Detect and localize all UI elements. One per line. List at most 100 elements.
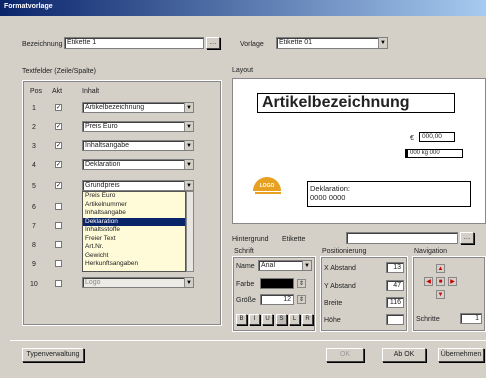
center-icon[interactable]: ■ <box>436 277 445 286</box>
vorlage-select[interactable]: Etikette 01 ▼ <box>276 37 388 49</box>
chevron-down-icon[interactable]: ▼ <box>302 261 311 270</box>
font-size-input[interactable]: 12 <box>260 294 294 305</box>
dropdown-option[interactable]: Gewicht <box>83 252 185 261</box>
row-pos: 3 <box>32 143 36 150</box>
dropdown-option[interactable]: Inhaltsstoffe <box>83 226 185 235</box>
dropdown-option[interactable]: Inhaltsangabe <box>83 209 185 218</box>
ab-ok-button[interactable]: Ab OK <box>382 348 426 362</box>
preview-price[interactable]: 000,00 <box>419 132 455 142</box>
background-path-input[interactable] <box>346 232 458 244</box>
arrow-down-icon[interactable]: ▼ <box>436 290 445 299</box>
row-pos: 7 <box>32 223 36 230</box>
preview-price-prefix: € <box>410 135 414 142</box>
ok-button[interactable]: OK <box>326 348 364 362</box>
font-name-select[interactable]: Arial ▼ <box>258 260 312 271</box>
preview-quantity[interactable]: 000 kg 000 <box>405 149 463 158</box>
x-distance-input[interactable]: 13 <box>386 262 404 273</box>
arrow-up-icon[interactable]: ▲ <box>436 264 445 273</box>
row-content-value: Logo <box>85 279 101 286</box>
dropdown-scrollbar[interactable] <box>186 191 194 272</box>
spinner-icon[interactable]: ⇕ <box>297 295 306 304</box>
dropdown-option[interactable]: Art.Nr. <box>83 243 185 252</box>
row-pos: 2 <box>32 124 36 131</box>
browse-button[interactable]: … <box>206 37 220 49</box>
inhalt-dropdown-list[interactable]: Preis Euro Artikelnummer Inhaltsangabe D… <box>82 191 186 272</box>
y-distance-input[interactable]: 47 <box>386 280 404 291</box>
row-content-select[interactable]: Inhaltsangabe ▼ <box>82 140 194 151</box>
font-name-label: Name <box>236 263 255 270</box>
label-preview[interactable]: Artikelbezeichnung € 000,00 000 kg 000 L… <box>232 78 486 224</box>
row-content-select[interactable]: Logo ▼ <box>82 277 194 288</box>
chevron-down-icon[interactable]: ▼ <box>184 122 193 131</box>
row-active-checkbox[interactable] <box>55 203 62 210</box>
width-input[interactable]: 116 <box>386 297 404 308</box>
row-active-checkbox[interactable] <box>55 260 62 267</box>
chevron-down-icon[interactable]: ▼ <box>184 278 193 287</box>
chevron-down-icon[interactable]: ▼ <box>184 141 193 150</box>
step-input[interactable]: 1 <box>460 313 482 324</box>
logo-icon[interactable]: LOGO <box>253 177 281 191</box>
font-size-label: Größe <box>236 297 256 304</box>
dropdown-option[interactable]: Herkunftsangaben <box>83 260 185 269</box>
logo-underline <box>255 192 281 194</box>
row-content-value: Deklaration <box>85 161 121 168</box>
height-label: Höhe <box>324 317 341 324</box>
title-bar: Formatvorlage <box>0 0 486 16</box>
font-color-swatch[interactable] <box>260 278 294 289</box>
chevron-down-icon[interactable]: ▼ <box>378 38 387 48</box>
font-name-value: Arial <box>261 262 276 269</box>
vorlage-value: Etikette 01 <box>279 39 313 46</box>
row-pos: 4 <box>32 162 36 169</box>
row-content-select[interactable]: Artikelbezeichnung ▼ <box>82 102 194 113</box>
color-picker-icon[interactable]: ⇕ <box>297 279 306 288</box>
row-active-checkbox[interactable]: ✓ <box>55 142 62 149</box>
row-active-checkbox[interactable] <box>55 241 62 248</box>
col-akt-header: Akt <box>52 88 63 95</box>
dropdown-option[interactable]: Preis Euro <box>83 192 185 201</box>
row-active-checkbox[interactable]: ✓ <box>55 123 62 130</box>
dropdown-option[interactable]: Artikelnummer <box>83 201 185 210</box>
col-pos-header: Pos <box>30 88 43 95</box>
logo-text: LOGO <box>259 183 275 189</box>
row-active-checkbox[interactable]: ✓ <box>55 182 62 189</box>
preview-declaration[interactable]: Deklaration: 0000 0000 <box>307 181 471 207</box>
navigation-title: Navigation <box>414 248 448 255</box>
underline-button[interactable]: U <box>262 314 273 325</box>
row-active-checkbox[interactable]: ✓ <box>55 104 62 111</box>
italic-button[interactable]: I <box>249 314 260 325</box>
arrow-right-icon[interactable]: ▶ <box>448 277 457 286</box>
row-content-value: Artikelbezeichnung <box>85 104 145 111</box>
strike-button[interactable]: S <box>276 314 287 325</box>
typenverwaltung-button[interactable]: Typenverwaltung <box>22 348 84 362</box>
row-content-value: Grundpreis <box>85 182 120 189</box>
background-browse-button[interactable]: … <box>460 232 474 244</box>
background-label: Hintergrund <box>232 236 269 243</box>
chevron-down-icon[interactable]: ▼ <box>184 181 193 190</box>
bezeichnung-input[interactable]: Etikette 1 <box>64 37 204 49</box>
apply-button[interactable]: Übernehmen <box>438 348 484 362</box>
step-label: Schritte <box>416 316 440 323</box>
chevron-down-icon[interactable]: ▼ <box>184 103 193 112</box>
row-active-checkbox[interactable] <box>55 222 62 229</box>
row-content-value: Preis Euro <box>85 123 118 130</box>
row-active-checkbox[interactable] <box>55 280 62 287</box>
arrow-left-icon[interactable]: ◀ <box>424 277 433 286</box>
row-pos: 5 <box>32 183 36 190</box>
dropdown-option[interactable]: Freier Text <box>83 235 185 244</box>
window-title: Formatvorlage <box>4 3 53 10</box>
vorlage-label: Vorlage <box>240 41 264 48</box>
row-pos: 9 <box>32 261 36 268</box>
row-pos: 6 <box>32 204 36 211</box>
align-right-button[interactable]: R <box>302 314 313 325</box>
preview-heading[interactable]: Artikelbezeichnung <box>257 93 455 113</box>
row-content-select[interactable]: Deklaration ▼ <box>82 159 194 170</box>
chevron-down-icon[interactable]: ▼ <box>184 160 193 169</box>
row-content-select[interactable]: Grundpreis ▼ <box>82 180 194 191</box>
height-input[interactable] <box>386 314 404 325</box>
bold-button[interactable]: B <box>236 314 247 325</box>
row-active-checkbox[interactable]: ✓ <box>55 161 62 168</box>
align-left-button[interactable]: L <box>289 314 300 325</box>
dropdown-option-selected[interactable]: Deklaration <box>83 217 185 226</box>
row-content-select[interactable]: Preis Euro ▼ <box>82 121 194 132</box>
separator <box>10 340 486 341</box>
